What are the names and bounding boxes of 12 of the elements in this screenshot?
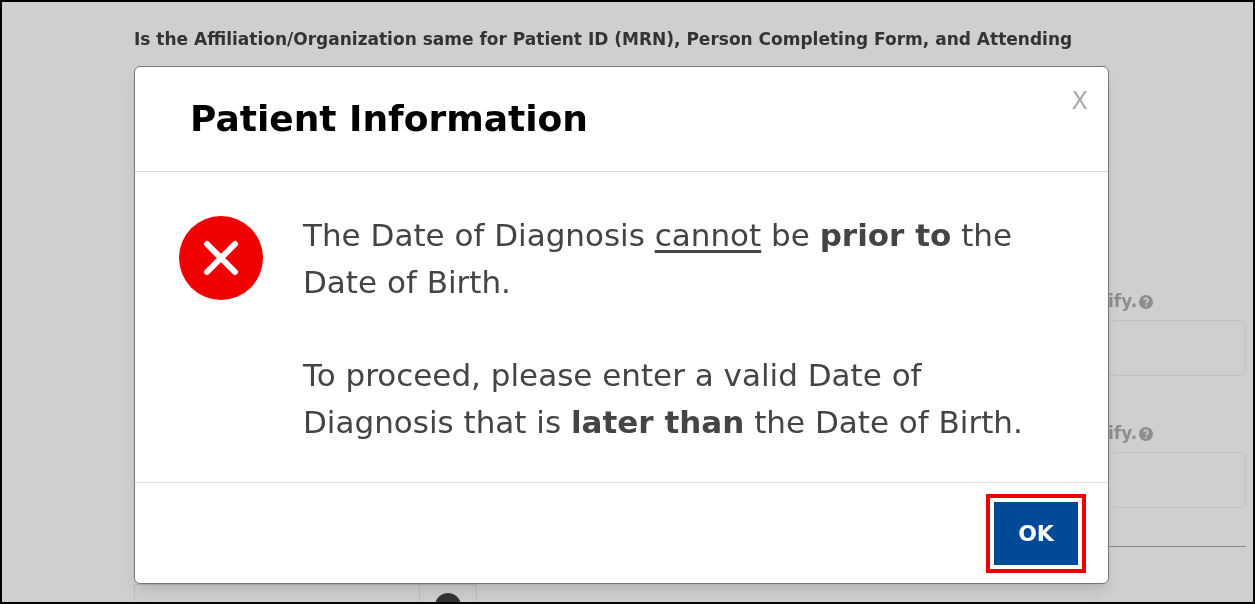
field-label: ify.: [1108, 290, 1138, 314]
help-icon: [1139, 295, 1154, 309]
text-field[interactable]: [1108, 452, 1246, 508]
text-field[interactable]: [1108, 320, 1246, 376]
field-label: ify.: [1108, 422, 1138, 446]
message-text: The Date of Diagnosis cannot be prior to the Date of Birth.: [303, 216, 1013, 302]
error-icon: [179, 216, 263, 300]
message-text: To proceed, please enter a valid Date of Diagnosis that is later than the Date of Birth.: [303, 356, 1024, 442]
help-icon: [1139, 427, 1154, 441]
dialog-title: Patient Information: [190, 97, 588, 141]
ok-button[interactable]: OK: [994, 501, 1078, 565]
form-question: Is the Affiliation/Organization same for Patient ID (MRN), Person Completing Form, and Attending: [134, 28, 1074, 51]
